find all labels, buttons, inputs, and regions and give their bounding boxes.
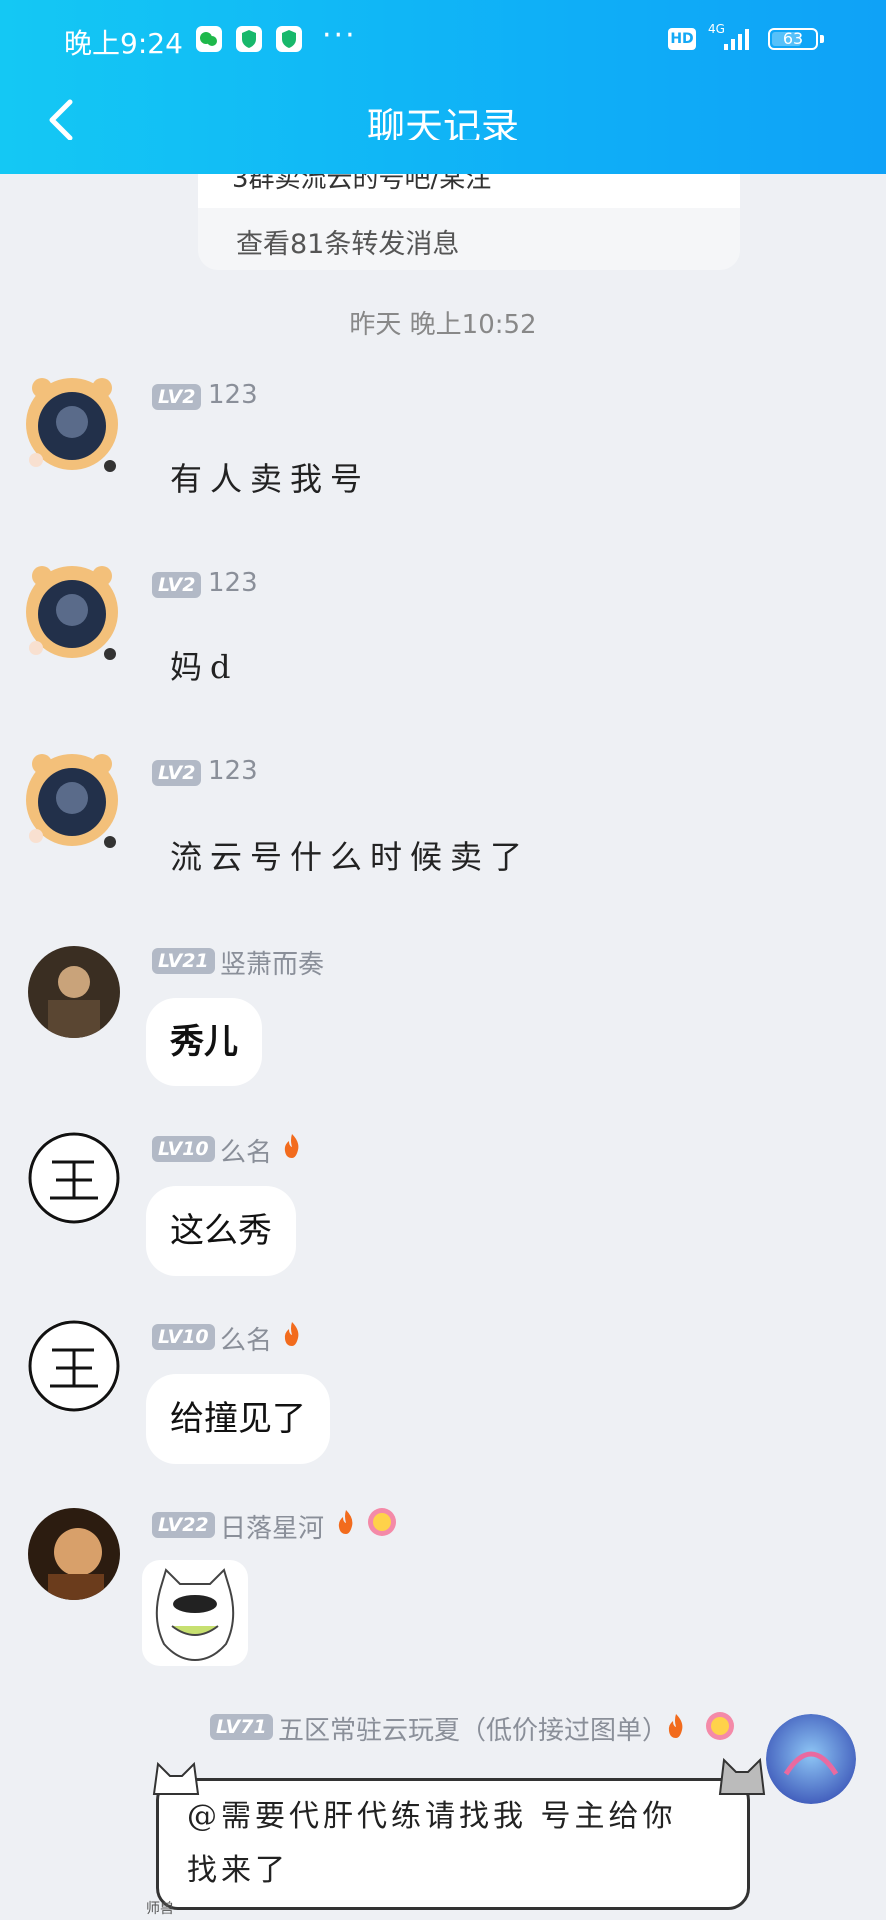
message-item: LV21 竖萧而奏 秀儿 bbox=[0, 940, 886, 1090]
level-badge: LV2 bbox=[152, 572, 202, 598]
message-item: LV2 123 有人卖我号 bbox=[0, 376, 886, 498]
avatar[interactable] bbox=[766, 1714, 856, 1804]
fire-icon bbox=[280, 1320, 304, 1348]
avatar[interactable] bbox=[28, 1508, 120, 1600]
battery-tip bbox=[820, 35, 824, 43]
message-item: LV2 123 流云号什么时候卖了 bbox=[0, 752, 886, 876]
level-badge: LV71 bbox=[210, 1714, 273, 1740]
level-badge: LV2 bbox=[152, 384, 202, 410]
message-text: 秀儿 bbox=[170, 1022, 238, 1062]
level-badge: LV10 bbox=[152, 1136, 215, 1162]
cat-decoration-icon bbox=[148, 1756, 204, 1800]
bubble-corner-label: 师兽 bbox=[146, 1901, 174, 1917]
message-bubble[interactable]: 这么秀 bbox=[146, 1186, 296, 1276]
message-text: 流云号什么时候卖了 bbox=[170, 838, 531, 876]
sender-name[interactable]: 日落星河 bbox=[220, 1508, 324, 1545]
top-bar-overlap bbox=[0, 140, 886, 174]
message-text: 给撞见了 bbox=[170, 1399, 306, 1439]
sender-name[interactable]: 123 bbox=[208, 568, 258, 598]
message-item: LV71 五区常驻云玩夏（低价接过图单） @需要代肝代练请找我 号主给你 找来了… bbox=[0, 1706, 886, 1920]
chat-timestamp: 昨天 晚上10:52 bbox=[349, 310, 537, 340]
battery-percent: 63 bbox=[782, 29, 804, 48]
more-notifications-icon: ··· bbox=[322, 18, 357, 53]
message-bubble[interactable]: @需要代肝代练请找我 号主给你 找来了 bbox=[156, 1778, 750, 1910]
message-item: LV10 么名 给撞见了 bbox=[0, 1316, 886, 1466]
avatar[interactable] bbox=[28, 1320, 120, 1412]
message-text-line-2: 找来了 bbox=[187, 1853, 289, 1888]
level-badge: LV10 bbox=[152, 1324, 215, 1350]
level-badge: LV22 bbox=[152, 1512, 215, 1538]
wechat-icon bbox=[196, 26, 222, 52]
message-item: LV22 日落星河 bbox=[0, 1504, 886, 1684]
message-item: LV2 123 妈d bbox=[0, 564, 886, 686]
level-badge: LV21 bbox=[152, 948, 215, 974]
shield-icon bbox=[276, 26, 302, 52]
fire-icon bbox=[280, 1132, 304, 1160]
status-bar: 晚上9:24 ··· HD 4G 63 bbox=[0, 0, 886, 80]
message-bubble[interactable]: 给撞见了 bbox=[146, 1374, 330, 1464]
sender-name[interactable]: 竖萧而奏 bbox=[220, 944, 324, 981]
level-badge: LV2 bbox=[152, 760, 202, 786]
sticker-image[interactable] bbox=[142, 1560, 248, 1666]
fire-icon bbox=[664, 1712, 688, 1740]
avatar[interactable] bbox=[28, 1132, 120, 1224]
sender-name[interactable]: 么名 bbox=[220, 1320, 272, 1357]
fire-icon bbox=[334, 1508, 358, 1536]
shield-icon bbox=[236, 26, 262, 52]
hd-icon: HD bbox=[668, 28, 696, 50]
cat-decoration-icon bbox=[714, 1752, 770, 1800]
avatar[interactable] bbox=[22, 752, 122, 852]
sender-name[interactable]: 123 bbox=[208, 756, 258, 786]
flower-badge-icon bbox=[366, 1506, 398, 1542]
battery-icon: 63 bbox=[768, 28, 818, 50]
signal-icon bbox=[722, 26, 756, 54]
sender-name[interactable]: 五区常驻云玩夏（低价接过图单） bbox=[278, 1710, 668, 1747]
avatar[interactable] bbox=[28, 946, 120, 1038]
sender-name[interactable]: 么名 bbox=[220, 1132, 272, 1169]
message-item: LV10 么名 这么秀 bbox=[0, 1128, 886, 1278]
message-text-line-1: @需要代肝代练请找我 号主给你 bbox=[187, 1799, 677, 1834]
message-text: 妈d bbox=[170, 648, 239, 686]
message-text: 这么秀 bbox=[170, 1211, 272, 1251]
flower-badge-icon bbox=[704, 1710, 736, 1746]
message-text: 有人卖我号 bbox=[170, 460, 371, 498]
view-forwarded-link[interactable]: 查看81条转发消息 bbox=[236, 222, 459, 261]
sender-name[interactable]: 123 bbox=[208, 380, 258, 410]
message-bubble[interactable]: 秀儿 bbox=[146, 998, 262, 1086]
avatar[interactable] bbox=[22, 564, 122, 664]
avatar[interactable] bbox=[22, 376, 122, 476]
status-time: 晚上9:24 bbox=[64, 27, 183, 60]
